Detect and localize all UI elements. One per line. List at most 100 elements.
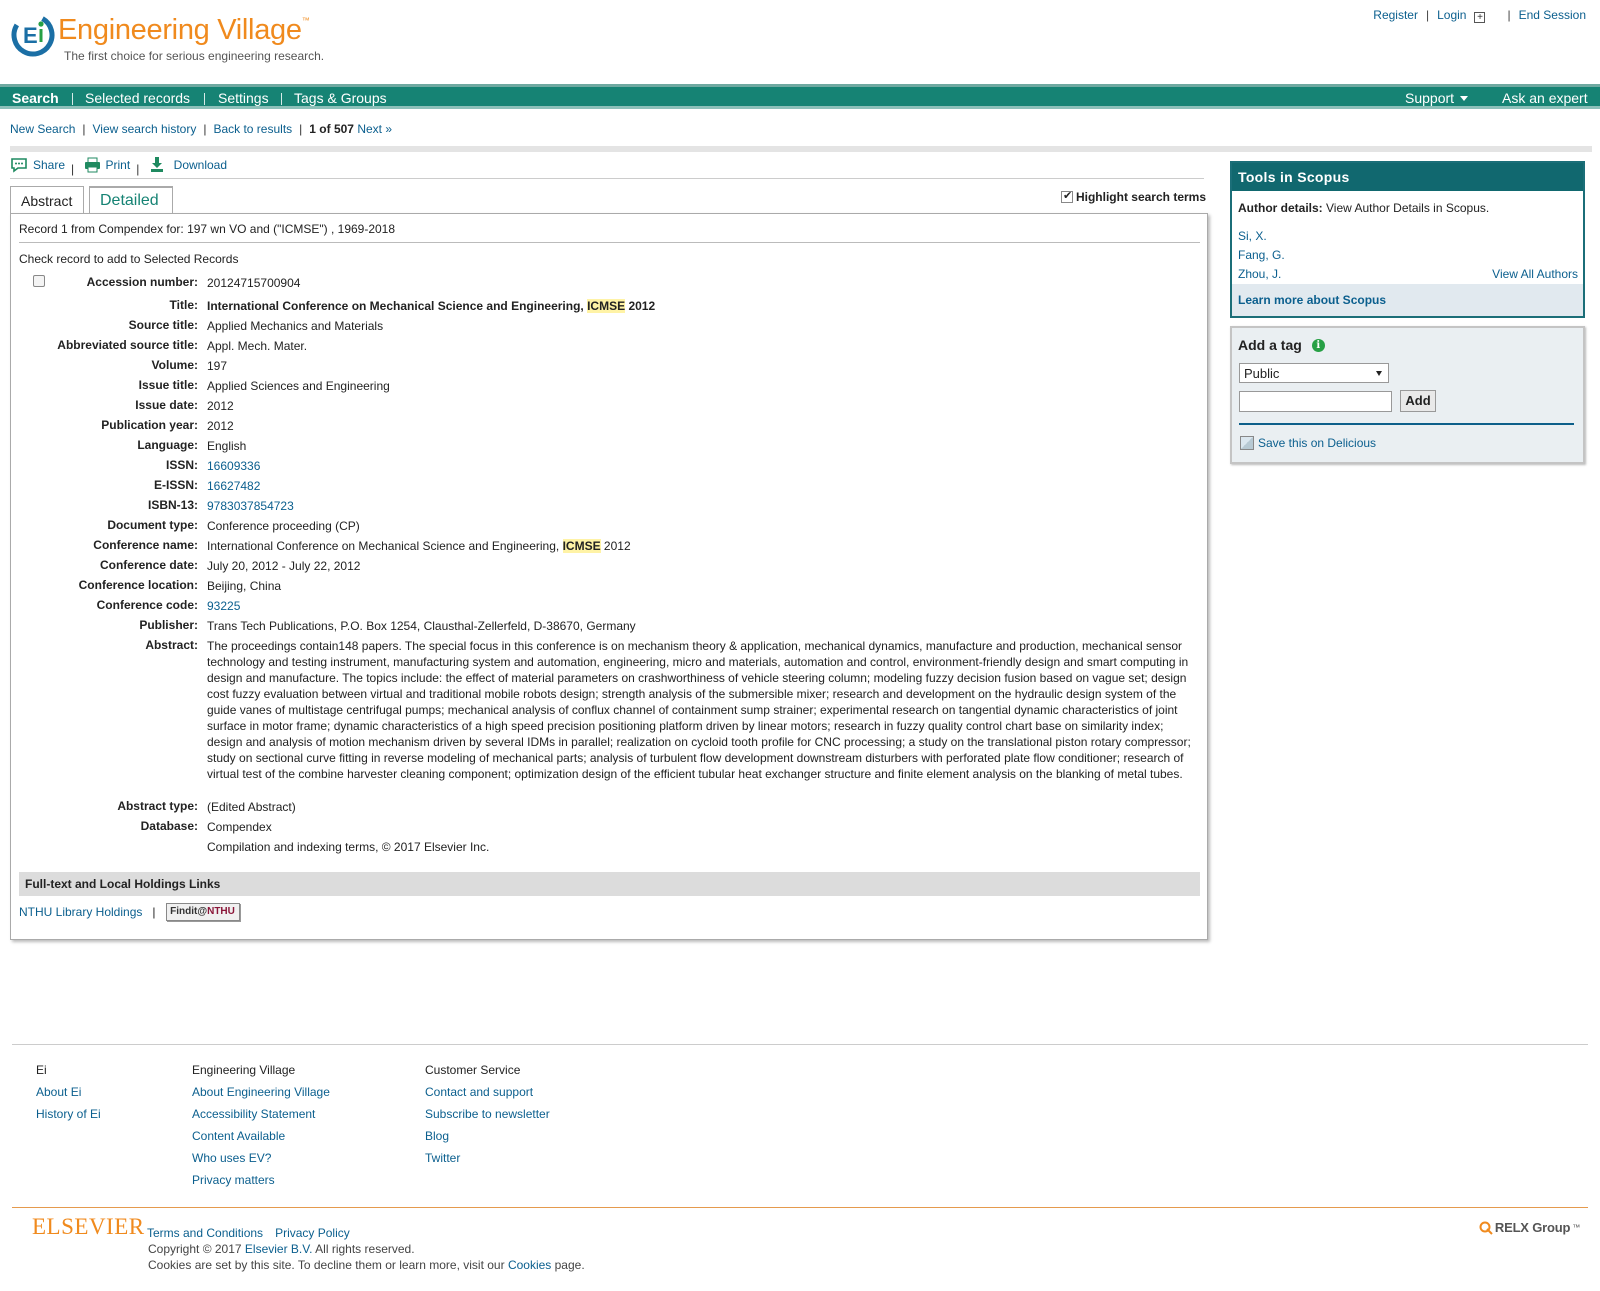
field-label: Volume: — [151, 358, 198, 372]
field-value: 2012 — [207, 419, 234, 433]
login-link[interactable]: Login — [1437, 8, 1466, 22]
relx-logo[interactable]: RELX Group ™ — [1479, 1220, 1580, 1235]
nav-selected-records[interactable]: Selected records — [85, 90, 190, 106]
logo-title[interactable]: Engineering Village™ — [58, 14, 310, 47]
field-label: Conference date: — [99, 558, 198, 572]
dropdown-arrow-icon — [1376, 371, 1382, 376]
footer-heading: Engineering Village — [192, 1063, 296, 1077]
nav-tags-groups[interactable]: Tags & Groups — [294, 90, 387, 106]
nav-support[interactable]: Support — [1405, 90, 1469, 106]
field-value: 16627482 — [207, 478, 1192, 494]
nav-settings[interactable]: Settings — [218, 90, 269, 106]
highlighted-term: ICMSE — [562, 539, 601, 553]
nthu-holdings-link[interactable]: NTHU Library Holdings — [19, 905, 142, 919]
field-value: Applied Sciences and Engineering — [207, 379, 390, 393]
back-to-results-link[interactable]: Back to results — [213, 122, 292, 136]
author-details-text: View Author Details in Scopus. — [1322, 201, 1490, 215]
author-link[interactable]: Fang, G. — [1238, 248, 1285, 262]
footer-link[interactable]: Twitter — [425, 1151, 550, 1165]
field-value: Conference proceeding (CP) — [207, 519, 360, 533]
cookie-text: page. — [551, 1258, 585, 1272]
tag-visibility-value: Public — [1244, 366, 1280, 381]
divider — [10, 146, 1592, 152]
save-delicious[interactable]: Save this on Delicious — [1240, 436, 1376, 450]
privacy-policy-link[interactable]: Privacy Policy — [275, 1226, 350, 1240]
author-link[interactable]: Si, X. — [1238, 229, 1267, 243]
terms-link[interactable]: Terms and Conditions — [147, 1226, 263, 1240]
next-link[interactable]: Next » — [357, 122, 392, 136]
separator: | — [71, 162, 75, 176]
legal-links: Terms and Conditions Privacy Policy — [147, 1226, 362, 1240]
add-tag-title-text: Add a tag — [1238, 337, 1302, 353]
view-all-authors-link[interactable]: View All Authors — [1492, 267, 1578, 281]
ei-logo-icon[interactable]: E — [10, 12, 56, 58]
download-link[interactable]: Download — [174, 158, 227, 172]
search-history-link[interactable]: View search history — [93, 122, 197, 136]
footer-link[interactable]: Who uses EV? — [192, 1151, 330, 1165]
footer-link[interactable]: Contact and support — [425, 1085, 550, 1099]
field-value: Compendex — [207, 820, 272, 834]
end-session-link[interactable]: End Session — [1519, 8, 1586, 22]
footer-link[interactable]: Blog — [425, 1129, 550, 1143]
footer-link[interactable]: Accessibility Statement — [192, 1107, 330, 1121]
author-details-label: Author details: — [1238, 201, 1323, 215]
share-action[interactable]: Share — [10, 157, 65, 173]
login-expand-icon[interactable]: + — [1474, 12, 1486, 23]
tag-visibility-select[interactable]: Public — [1239, 363, 1389, 383]
delicious-icon — [1240, 436, 1254, 450]
separator: | — [82, 122, 86, 136]
nav-support-label: Support — [1405, 90, 1455, 106]
footer-link[interactable]: Subscribe to newsletter — [425, 1107, 550, 1121]
isbn-link[interactable]: 9783037854723 — [207, 499, 294, 513]
relx-text: RELX Group — [1494, 1220, 1571, 1235]
author-link[interactable]: Zhou, J. — [1238, 267, 1281, 281]
scopus-panel-title: Tools in Scopus — [1232, 163, 1583, 191]
field-value: July 20, 2012 - July 22, 2012 — [207, 559, 361, 573]
conference-code-link[interactable]: 93225 — [207, 599, 240, 613]
add-tag-button[interactable]: Add — [1400, 390, 1436, 412]
new-search-link[interactable]: New Search — [10, 122, 75, 136]
findit-nthu-button[interactable]: Findit@NTHU — [165, 903, 240, 921]
field-label: E-ISSN: — [153, 478, 198, 492]
register-link[interactable]: Register — [1373, 8, 1418, 22]
field-label: Publisher: — [139, 618, 198, 632]
field-label: Source title: — [128, 318, 198, 332]
print-link[interactable]: Print — [106, 158, 131, 172]
divider — [10, 178, 1204, 179]
elsevier-logo[interactable]: ELSEVIER — [32, 1214, 145, 1240]
download-action[interactable]: Download — [149, 156, 227, 173]
info-icon[interactable]: i — [1311, 338, 1325, 352]
tab-detailed[interactable]: Detailed — [89, 186, 173, 213]
footer-link[interactable]: About Engineering Village — [192, 1085, 330, 1099]
tag-input[interactable] — [1239, 391, 1392, 412]
save-delicious-link[interactable]: Save this on Delicious — [1258, 436, 1376, 450]
highlight-search-terms[interactable]: Highlight search terms — [1060, 189, 1206, 204]
nav-search[interactable]: Search — [12, 90, 59, 106]
scopus-tools-panel: Tools in Scopus Author details: View Aut… — [1230, 161, 1585, 318]
field-value: International Conference on Mechanical S… — [207, 538, 1192, 554]
tab-abstract[interactable]: Abstract — [10, 186, 84, 213]
select-record-checkbox[interactable] — [33, 275, 45, 287]
nav-ask-expert[interactable]: Ask an expert — [1502, 90, 1588, 106]
footer-link[interactable]: Privacy matters — [192, 1173, 330, 1187]
field-value: (Edited Abstract) — [207, 800, 296, 814]
footer-link[interactable]: About Ei — [36, 1085, 101, 1099]
eissn-link[interactable]: 16627482 — [207, 479, 260, 493]
highlight-checkbox[interactable] — [1060, 189, 1073, 203]
learn-more-scopus-link[interactable]: Learn more about Scopus — [1238, 293, 1386, 307]
learn-more-scopus: Learn more about Scopus — [1232, 284, 1583, 316]
elsevier-bv-link[interactable]: Elsevier B.V. — [245, 1242, 313, 1256]
footer-link[interactable]: Content Available — [192, 1129, 330, 1143]
print-action[interactable]: Print — [84, 157, 131, 173]
copyright: Copyright © 2017 Elsevier B.V. All right… — [148, 1242, 415, 1256]
footer-col-ei: Ei About Ei History of Ei — [36, 1063, 101, 1129]
field-value: 197 — [207, 359, 228, 373]
field-label: Conference name: — [93, 538, 198, 552]
cookies-link[interactable]: Cookies — [508, 1258, 551, 1272]
issn-link[interactable]: 16609336 — [207, 459, 260, 473]
relx-mark-icon — [1479, 1221, 1493, 1235]
svg-text:E: E — [23, 23, 38, 48]
field-value: Appl. Mech. Mater. — [207, 339, 308, 353]
footer-link[interactable]: History of Ei — [36, 1107, 101, 1121]
share-link[interactable]: Share — [33, 158, 65, 172]
